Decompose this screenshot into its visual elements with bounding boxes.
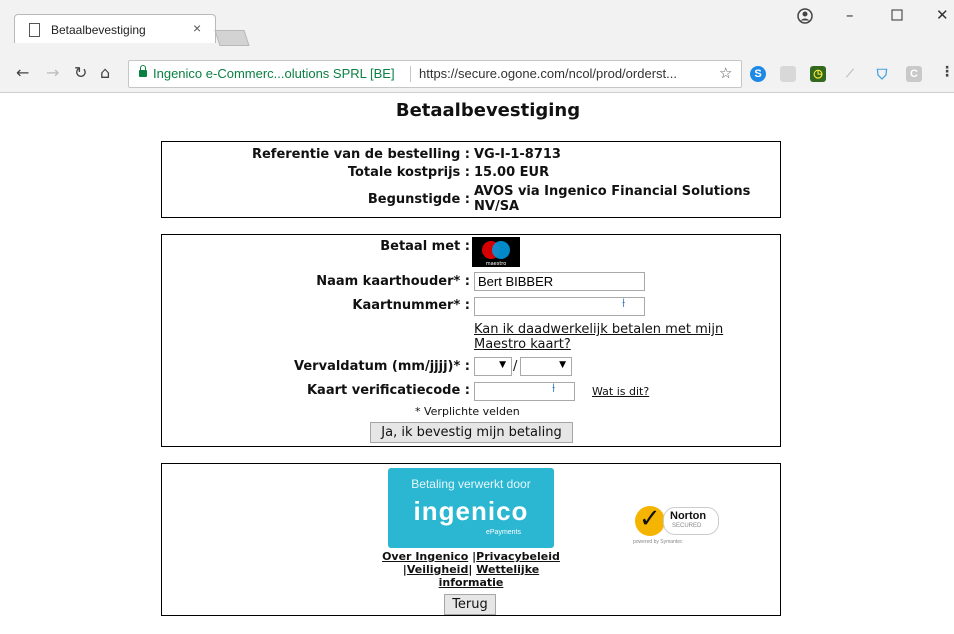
address-bar[interactable]: Ingenico e-Commerc...olutions SPRL [BE] …	[128, 60, 742, 88]
forward-arrow-icon[interactable]: →	[46, 63, 59, 82]
pdf-extension-icon[interactable]	[780, 66, 796, 82]
ref-value: VG-I-1-8713	[474, 147, 561, 162]
norton-name: Norton	[670, 510, 707, 522]
link-security[interactable]: Veiligheid	[407, 563, 469, 576]
cvc-help-link[interactable]: Wat is dit?	[592, 385, 649, 398]
bookmark-star-icon[interactable]: ☆	[719, 64, 732, 82]
tab-close-icon[interactable]: ×	[193, 20, 201, 36]
url-text: https://secure.ogone.com/ncol/prod/order…	[419, 66, 677, 81]
total-value: 15.00 EUR	[474, 165, 550, 180]
confirm-payment-button[interactable]: Ja, ik bevestig mijn betaling	[370, 422, 573, 443]
norton-check-icon: ✓	[635, 504, 665, 536]
lock-icon	[139, 65, 147, 77]
expiry-year-select[interactable]: ▼	[520, 357, 572, 376]
cardholder-name-input[interactable]: Bert BIBBER	[474, 272, 645, 291]
document-icon	[29, 23, 40, 37]
beneficiary-label: Begunstigde :	[367, 192, 470, 207]
expiry-month-select[interactable]: ▼	[474, 357, 512, 376]
minimize-icon[interactable]: –	[846, 6, 854, 24]
tab-title: Betaalbevestiging	[51, 23, 146, 37]
page-title: Betaalbevestiging	[395, 100, 581, 121]
pay-with-label: Betaal met :	[380, 239, 470, 254]
timer-extension-icon[interactable]: ◷	[810, 66, 826, 82]
norton-powered: powered by Symantec	[633, 539, 683, 545]
beneficiary-value: AVOS via Ingenico Financial Solutions NV…	[474, 184, 751, 214]
maximize-icon[interactable]	[891, 7, 903, 25]
back-arrow-icon[interactable]: ←	[16, 63, 29, 82]
cvc-label: Kaart verificatiecode :	[306, 383, 470, 398]
close-window-icon[interactable]: ✕	[936, 6, 949, 24]
required-note: * Verplichte velden	[415, 405, 520, 418]
profile-icon[interactable]	[797, 8, 813, 28]
shield-extension-icon[interactable]: ⛉	[874, 66, 890, 82]
link-about-ingenico[interactable]: Over Ingenico	[382, 550, 468, 563]
cardnum-label: Kaartnummer* :	[352, 298, 470, 313]
ref-label: Referentie van de bestelling :	[251, 147, 470, 162]
browser-tab[interactable]: Betaalbevestiging ×	[14, 14, 216, 43]
reload-icon[interactable]: ↻	[74, 63, 87, 82]
footer-links: Over Ingenico |Privacybeleid |Veiligheid…	[382, 550, 560, 589]
menu-dots-icon[interactable]: ⋮	[940, 64, 954, 80]
norton-secured-badge: ✓ Norton SECURED powered by Symantec	[633, 498, 723, 554]
leaf-extension-icon[interactable]: ⟋	[842, 66, 858, 82]
norton-secured-text: SECURED	[672, 523, 702, 529]
maestro-info-link[interactable]: Kan ik daadwerkelijk betalen met mijn Ma…	[474, 322, 754, 352]
link-privacy[interactable]: Privacybeleid	[476, 550, 560, 563]
maestro-logo-text: maestro	[486, 261, 507, 267]
card-number-input[interactable]	[474, 297, 645, 316]
key-icon: ⟊	[552, 381, 556, 396]
total-label: Totale kostprijs :	[347, 165, 470, 180]
browser-toolbar: ← → ↻ ⌂ Ingenico e-Commerc...olutions SP…	[0, 56, 954, 93]
home-icon[interactable]: ⌂	[100, 63, 110, 82]
back-button[interactable]: Terug	[444, 594, 496, 615]
c-extension-icon[interactable]: C	[906, 66, 922, 82]
footer-box: Betaling verwerkt door ingenico ePayment…	[161, 463, 781, 616]
address-separator	[410, 66, 411, 82]
expiry-label: Vervaldatum (mm/jjjj)* :	[294, 359, 470, 374]
secure-label: Ingenico e-Commerc...olutions SPRL [BE]	[153, 66, 395, 81]
ingenico-banner: Betaling verwerkt door ingenico ePayment…	[388, 468, 554, 548]
ingenico-banner-title: Betaling verwerkt door	[411, 477, 531, 491]
ingenico-logo: ingenico	[413, 496, 529, 526]
page-content: Betaalbevestiging Referentie van de best…	[0, 93, 954, 634]
skype-extension-icon[interactable]: S	[750, 66, 766, 82]
expiry-separator: /	[513, 359, 518, 374]
browser-titlebar: Betaalbevestiging × – ✕	[0, 0, 954, 56]
order-summary-box: Referentie van de bestelling : VG-I-1-87…	[161, 141, 781, 218]
new-tab-button[interactable]	[214, 30, 250, 46]
maestro-logo: maestro	[472, 237, 520, 267]
holder-label: Naam kaarthouder* :	[316, 274, 470, 289]
key-icon: ⟊	[622, 296, 626, 311]
ingenico-sub: ePayments	[486, 529, 522, 536]
payment-form-box: Betaal met : maestro Naam kaarthouder* :…	[161, 234, 781, 447]
cvc-input[interactable]	[474, 382, 575, 401]
